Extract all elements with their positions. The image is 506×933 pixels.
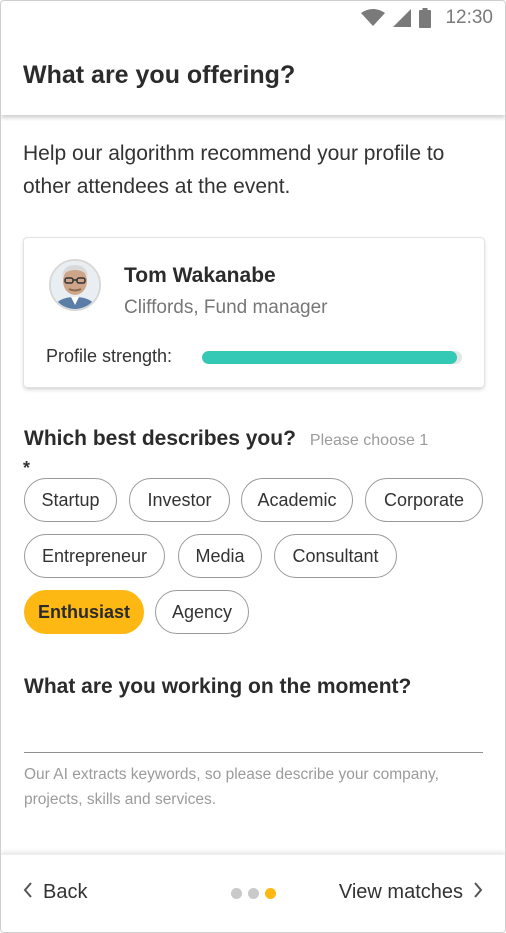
chip-investor[interactable]: Investor bbox=[129, 478, 230, 522]
page-dot bbox=[231, 888, 242, 899]
back-button[interactable]: Back bbox=[23, 881, 87, 904]
profile-strength-fill bbox=[202, 351, 457, 364]
chip-agency[interactable]: Agency bbox=[155, 590, 249, 634]
chevron-left-icon bbox=[23, 881, 33, 904]
signal-icon bbox=[393, 9, 412, 27]
chip-startup[interactable]: Startup bbox=[24, 478, 117, 522]
chip-media[interactable]: Media bbox=[178, 534, 262, 578]
clock: 12:30 bbox=[445, 7, 493, 28]
bottom-nav: Back View matches bbox=[1, 854, 505, 932]
app-header: What are you offering? bbox=[1, 35, 505, 115]
required-mark: * bbox=[23, 458, 31, 478]
chevron-right-icon bbox=[473, 881, 483, 904]
view-matches-button[interactable]: View matches bbox=[339, 881, 483, 904]
describe-question-title: Which best describes you? bbox=[24, 427, 296, 450]
page-dot-active bbox=[265, 888, 276, 899]
avatar bbox=[49, 259, 101, 311]
working-on-help: Our AI extracts keywords, so please desc… bbox=[24, 766, 439, 808]
describe-question-hint: Please choose 1 bbox=[309, 432, 429, 449]
profile-strength-bar bbox=[202, 351, 462, 364]
working-on-input[interactable] bbox=[24, 713, 483, 753]
chip-consultant[interactable]: Consultant bbox=[274, 534, 397, 578]
app-screen: 12:30 What are you offering? Help our al… bbox=[0, 0, 506, 933]
chip-corporate[interactable]: Corporate bbox=[365, 478, 483, 522]
profile-card[interactable]: Tom Wakanabe Cliffords, Fund manager Pro… bbox=[24, 238, 484, 387]
battery-icon bbox=[419, 8, 432, 28]
page-indicator bbox=[231, 888, 276, 899]
working-on-question: What are you working on the moment? bbox=[24, 675, 412, 698]
profile-role: Cliffords, Fund manager bbox=[124, 297, 328, 318]
status-bar: 12:30 bbox=[1, 1, 505, 35]
chip-enthusiast[interactable]: Enthusiast bbox=[24, 590, 144, 634]
chip-academic[interactable]: Academic bbox=[241, 478, 353, 522]
profile-strength-label: Profile strength: bbox=[46, 346, 173, 366]
page-title: What are you offering? bbox=[23, 60, 296, 89]
page-dot bbox=[248, 888, 259, 899]
back-label: Back bbox=[43, 881, 88, 903]
wifi-icon bbox=[361, 9, 386, 27]
chip-entrepreneur[interactable]: Entrepreneur bbox=[24, 534, 165, 578]
view-matches-label: View matches bbox=[338, 881, 463, 903]
describe-question: Which best describes you? Please choose … bbox=[24, 427, 428, 451]
intro-text: Help our algorithm recommend your profil… bbox=[23, 142, 445, 198]
profile-name: Tom Wakanabe bbox=[124, 264, 276, 287]
